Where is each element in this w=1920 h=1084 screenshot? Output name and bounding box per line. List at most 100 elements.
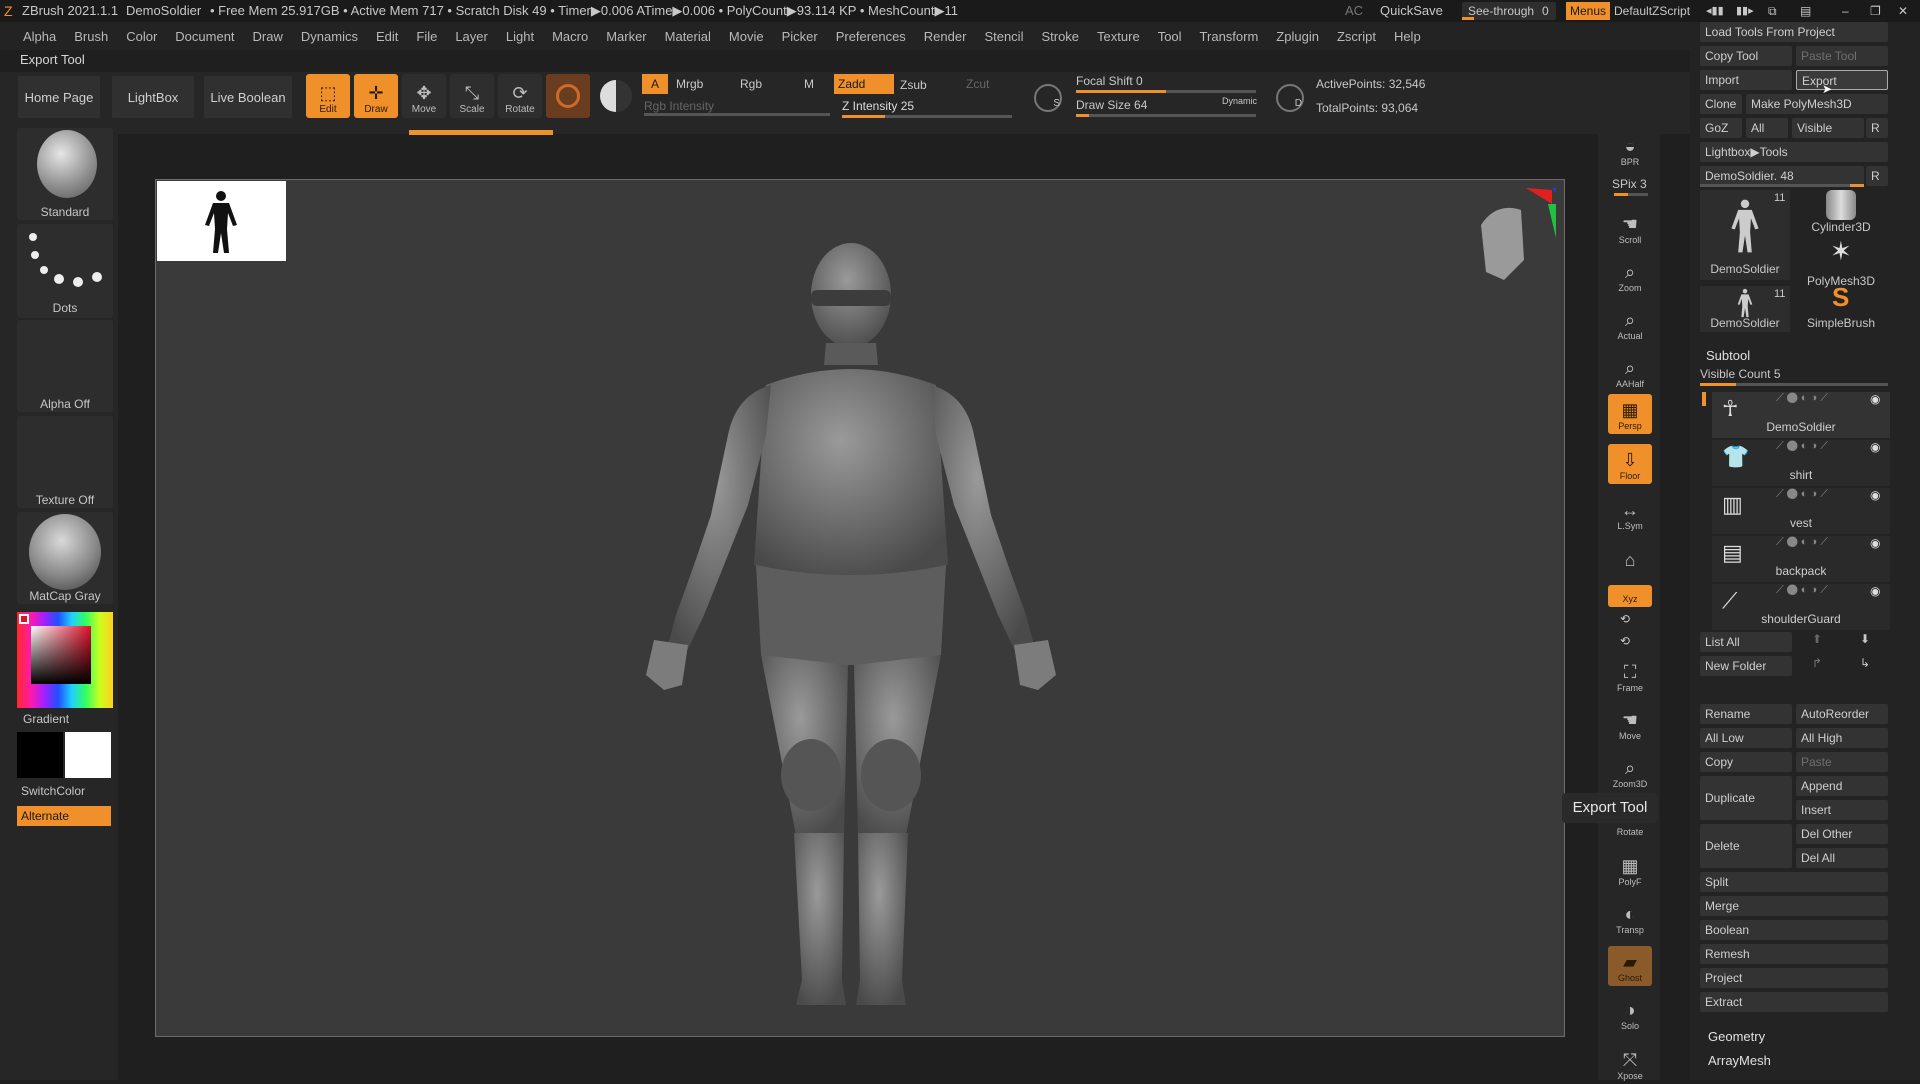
remesh-menu[interactable]: Remesh <box>1700 944 1888 964</box>
menu-document[interactable]: Document <box>166 29 243 44</box>
focal-shift-slider[interactable] <box>1076 90 1256 93</box>
subtool-toggle-icons[interactable]: ⟋ ⬤ ◐ ◑ ⟋ <box>1776 536 1828 549</box>
menu-preferences[interactable]: Preferences <box>827 29 915 44</box>
goz-r-button[interactable]: R <box>1866 118 1888 138</box>
menu-transform[interactable]: Transform <box>1191 29 1268 44</box>
goz-visible-button[interactable]: Visible <box>1792 118 1864 138</box>
minimize-icon[interactable]: – <box>1842 0 1849 22</box>
menu-zplugin[interactable]: Zplugin <box>1267 29 1328 44</box>
tool-thumb-cylinder3d[interactable]: Cylinder3D <box>1796 190 1886 236</box>
menu-brush[interactable]: Brush <box>65 29 117 44</box>
make-polymesh3d-button[interactable]: Make PolyMesh3D <box>1746 94 1888 114</box>
menu-edit[interactable]: Edit <box>367 29 407 44</box>
dynamic-toggle[interactable]: Dynamic <box>1222 96 1257 106</box>
menus-toggle[interactable]: Menus <box>1566 2 1611 20</box>
subtool-item[interactable]: 👕 ⟋ ⬤ ◐ ◑ ⟋ ◉ shirt <box>1712 440 1890 486</box>
folder-arrow-icon[interactable]: ↱ <box>1812 656 1822 670</box>
visible-count-slider[interactable] <box>1700 383 1888 386</box>
eye-icon[interactable]: ◉ <box>1870 488 1880 502</box>
menu-marker[interactable]: Marker <box>597 29 655 44</box>
lock-camera-icon[interactable]: ⌂ <box>1608 546 1652 574</box>
primary-color-white[interactable] <box>65 732 111 778</box>
menu-file[interactable]: File <box>407 29 446 44</box>
del-all-button[interactable]: Del All <box>1796 848 1888 868</box>
floor-button[interactable]: ⇩ Floor <box>1608 444 1652 484</box>
menu-alpha[interactable]: Alpha <box>14 29 65 44</box>
subtool-toggle-icons[interactable]: ⟋ ⬤ ◐ ◑ ⟋ <box>1776 392 1828 405</box>
list-all-button[interactable]: List All <box>1700 632 1792 652</box>
current-tool-r-button[interactable]: R <box>1866 166 1888 186</box>
merge-menu[interactable]: Merge <box>1700 896 1888 916</box>
load-tools-from-project-button[interactable]: Load Tools From Project <box>1700 22 1888 42</box>
eye-icon[interactable]: ◉ <box>1870 536 1880 550</box>
import-button[interactable]: Import <box>1700 70 1792 90</box>
menu-render[interactable]: Render <box>915 29 976 44</box>
subtool-toggle-icons[interactable]: ⟋ ⬤ ◐ ◑ ⟋ <box>1776 440 1828 453</box>
bpr-button[interactable]: ◒ BPR <box>1608 130 1652 170</box>
new-folder-button[interactable]: New Folder <box>1700 656 1792 676</box>
draw-size-slider[interactable] <box>1076 114 1256 117</box>
menu-tool[interactable]: Tool <box>1149 29 1191 44</box>
windows-icon[interactable]: ⧉ <box>1768 0 1777 22</box>
tool-thumb-polymesh3d[interactable]: ✶ PolyMesh3D <box>1796 236 1886 288</box>
canvas-viewport[interactable] <box>155 179 1565 1037</box>
paste-subtool-button[interactable]: Paste <box>1796 752 1888 772</box>
insert-button[interactable]: Insert <box>1796 800 1888 820</box>
split-menu[interactable]: Split <box>1700 872 1888 892</box>
all-low-button[interactable]: All Low <box>1700 728 1792 748</box>
z-intensity-slider[interactable] <box>842 115 1012 118</box>
autoreorder-button[interactable]: AutoReorder <box>1796 704 1888 724</box>
home-page-button[interactable]: Home Page <box>18 76 100 118</box>
menu-draw[interactable]: Draw <box>244 29 292 44</box>
navigator-thumbnail[interactable] <box>157 181 286 261</box>
menu-material[interactable]: Material <box>656 29 720 44</box>
menu-stroke[interactable]: Stroke <box>1032 29 1088 44</box>
subtool-item[interactable]: ▥ ⟋ ⬤ ◐ ◑ ⟋ ◉ vest <box>1712 488 1890 534</box>
rotate-button[interactable]: ⟳Rotate <box>498 74 542 118</box>
orientation-head-gizmo[interactable] <box>1456 180 1556 310</box>
scale-button[interactable]: ⤡ Scale <box>450 74 494 118</box>
l-sym-button[interactable]: ↔ L.Sym <box>1608 494 1652 534</box>
rotate-y-icon[interactable]: ⟲ <box>1620 612 1630 626</box>
menu-light[interactable]: Light <box>497 29 543 44</box>
copy-subtool-button[interactable]: Copy <box>1700 752 1792 772</box>
secondary-color-black[interactable] <box>17 732 63 778</box>
menu-movie[interactable]: Movie <box>720 29 773 44</box>
color-picker-square[interactable] <box>31 626 91 684</box>
zoom-button[interactable]: ⌕ Zoom <box>1608 256 1652 296</box>
zsub-toggle[interactable]: Zsub <box>900 78 927 92</box>
rename-button[interactable]: Rename <box>1700 704 1792 724</box>
subtool-toggle-icons[interactable]: ⟋ ⬤ ◐ ◑ ⟋ <box>1776 584 1828 597</box>
tool-thumb-demosoldier-2[interactable]: 11 DemoSoldier <box>1700 286 1790 332</box>
extract-menu[interactable]: Extract <box>1700 992 1888 1012</box>
zadd-toggle[interactable]: Zadd <box>834 74 894 94</box>
rgb-toggle[interactable]: Rgb <box>740 77 762 91</box>
lazy-mouse-d-icon[interactable]: D <box>1276 84 1304 112</box>
a-toggle[interactable]: A <box>642 74 668 94</box>
ac-indicator[interactable]: AC <box>1345 0 1363 22</box>
rotate-z-icon[interactable]: ⟲ <box>1620 634 1630 648</box>
menu-macro[interactable]: Macro <box>543 29 597 44</box>
menu-zscript[interactable]: Zscript <box>1328 29 1385 44</box>
boolean-menu[interactable]: Boolean <box>1700 920 1888 940</box>
zoom3d-button[interactable]: ⌕ Zoom3D <box>1608 752 1652 792</box>
live-boolean-button[interactable]: Live Boolean <box>204 76 292 118</box>
scroll-button[interactable]: ☚ Scroll <box>1608 208 1652 248</box>
eye-icon[interactable]: ◉ <box>1870 392 1880 406</box>
duplicate-button[interactable]: Duplicate <box>1700 776 1792 820</box>
arrow-down-icon[interactable]: ⬇ <box>1860 632 1870 646</box>
arraymesh-section[interactable]: ArrayMesh <box>1708 1053 1771 1068</box>
draw-button[interactable]: ✛ Draw <box>354 74 398 118</box>
palette-icon[interactable]: ▤ <box>1800 0 1811 22</box>
rgb-intensity-slider[interactable] <box>644 113 830 116</box>
menu-texture[interactable]: Texture <box>1088 29 1149 44</box>
move-button[interactable]: ✥ Move <box>402 74 446 118</box>
see-through-slider[interactable]: See-through 0 <box>1462 2 1556 20</box>
export-button[interactable]: Export <box>1796 70 1888 90</box>
folder-down-icon[interactable]: ↳ <box>1860 656 1870 670</box>
alternate-button[interactable]: Alternate <box>17 806 111 826</box>
menu-dynamics[interactable]: Dynamics <box>292 29 367 44</box>
xpose-button[interactable]: ⤧ Xpose <box>1608 1044 1652 1084</box>
paste-tool-button[interactable]: Paste Tool <box>1796 46 1888 66</box>
ghost-button[interactable]: ▰ Ghost <box>1608 946 1652 986</box>
